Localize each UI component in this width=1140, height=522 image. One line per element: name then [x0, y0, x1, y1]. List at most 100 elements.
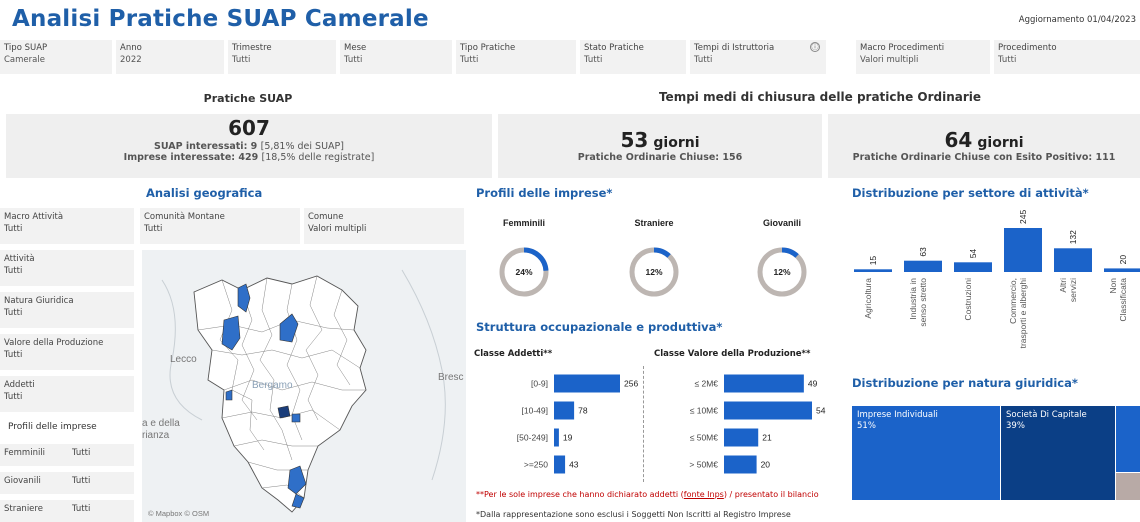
filter-macro-procedimenti[interactable]: Macro Procedimenti Valori multipli	[856, 40, 990, 74]
settore-chart: 15 Agricoltura 63 Industria in senso stretto…	[850, 204, 1140, 356]
fonte-inps-link[interactable]: fonte Inps	[684, 490, 724, 499]
tempi-kpi-card-chiuse: 53 giorni Pratiche Ordinarie Chiuse: 156	[498, 114, 822, 178]
bar	[854, 269, 892, 272]
bar-value-label: 132	[1068, 230, 1078, 244]
pratiche-heading: Pratiche SUAP	[203, 92, 293, 105]
filter-natura-giuridica[interactable]: Natura Giuridica Tutti	[0, 292, 134, 328]
settore-heading: Distribuzione per settore di attività*	[852, 186, 1089, 200]
bar-category-label: [10-49]	[522, 406, 548, 416]
bar-category-label: Costruzioni	[963, 278, 973, 321]
bar	[724, 401, 812, 420]
hbar-svg: [0-9] 256 [10-49] 78 [50-249] 19 >=250 43	[517, 374, 638, 474]
bar-value-label: 54	[816, 406, 826, 416]
tempi-positivo-sub: Pratiche Ordinarie Chiuse con Esito Posi…	[852, 152, 1116, 163]
donut-label: Femminili	[503, 218, 545, 228]
treemap-societa-capitale[interactable]: Società Di Capitale 39%	[1001, 406, 1115, 500]
bar-category-label: ≤ 2M€	[694, 379, 718, 389]
filter-femminili[interactable]: Femminili Tutti	[0, 444, 134, 466]
bar	[554, 428, 559, 447]
tempi-positivo-value: 64	[944, 128, 973, 152]
bar-category-label: [0-9]	[531, 379, 548, 389]
geo-heading: Analisi geografica	[146, 186, 263, 200]
valore-chart: ≤ 2M€ 49 ≤ 10M€ 54 ≤ 50M€ 21 > 50M€ 20	[652, 370, 832, 478]
suap-interessati: SUAP interessati: 9 [5,81% dei SUAP]	[154, 141, 344, 152]
info-icon[interactable]: ⓘ	[810, 42, 820, 52]
pratiche-kpi-card: 607 SUAP interessati: 9 [5,81% dei SUAP]…	[6, 114, 492, 178]
filter-trimestre[interactable]: Trimestre Tutti	[228, 40, 336, 74]
natura-treemap: Imprese Individuali 51% Società Di Capita…	[852, 406, 1140, 500]
bar-category-label: > 50M€	[689, 460, 718, 470]
map-label-brianza: rianza	[142, 430, 170, 441]
map-label-lecco: Lecco	[170, 354, 197, 365]
tempi-chiuse-value: 53	[620, 128, 649, 152]
filter-addetti[interactable]: Addetti Tutti	[0, 376, 134, 412]
filter-macro-attivita[interactable]: Macro Attività Tutti	[0, 208, 134, 244]
bar	[1054, 248, 1092, 272]
bar-category-label: Commercio,	[1008, 278, 1018, 324]
treemap-altro[interactable]	[1116, 406, 1140, 472]
profili-filter-heading: Profili delle imprese	[8, 422, 97, 432]
donut-percent: 12%	[645, 267, 662, 277]
hbar-svg: ≤ 2M€ 49 ≤ 10M€ 54 ≤ 50M€ 21 > 50M€ 20	[689, 374, 826, 474]
treemap-altro-grey[interactable]	[1116, 473, 1140, 500]
bar	[554, 401, 575, 420]
bar-value-label: 19	[563, 433, 573, 443]
filter-comunita-montane[interactable]: Comunità Montane Tutti	[140, 208, 300, 244]
tempi-chiuse-sub: Pratiche Ordinarie Chiuse: 156	[577, 152, 743, 163]
addetti-heading: Classe Addetti**	[474, 349, 553, 359]
filter-valore-produzione[interactable]: Valore della Produzione Tutti	[0, 334, 134, 370]
bar-category-label: [50-249]	[517, 433, 548, 443]
bar-category-label: ≤ 10M€	[690, 406, 719, 416]
map-canvas[interactable]: Lecco Bergamo Bresc a e della rianza © M…	[142, 250, 466, 522]
geo-map[interactable]: Lecco Bergamo Bresc a e della rianza © M…	[142, 250, 466, 522]
tempi-heading: Tempi medi di chiusura delle pratiche Or…	[658, 90, 982, 104]
treemap-imprese-individuali[interactable]: Imprese Individuali 51%	[852, 406, 1000, 500]
note-esclusi: *Dalla rappresentazione sono esclusi i S…	[476, 510, 791, 519]
filter-stato-pratiche[interactable]: Stato Pratiche Tutti	[580, 40, 686, 74]
map-label-valle: a e della	[142, 418, 180, 429]
filter-tempi-istruttoria[interactable]: Tempi di Istruttoria Tutti ⓘ	[690, 40, 826, 74]
settore-svg: 15 Agricoltura 63 Industria in senso stretto…	[854, 210, 1140, 348]
bar-value-label: 20	[1118, 255, 1128, 265]
donut-percent: 24%	[515, 267, 532, 277]
bar-category-label: servizi	[1068, 278, 1078, 302]
filter-mese[interactable]: Mese Tutti	[340, 40, 452, 74]
top-filter-bar: Tipo SUAP Camerale Anno 2022 Trimestre Tutt…	[0, 40, 1140, 76]
tempi-kpi-card-positivo: 64 giorni Pratiche Ordinarie Chiuse con …	[828, 114, 1140, 178]
filter-tipo-pratiche[interactable]: Tipo Pratiche Tutti	[456, 40, 576, 74]
bar	[954, 262, 992, 272]
filter-tipo-suap[interactable]: Tipo SUAP Camerale	[0, 40, 112, 74]
bar	[724, 374, 804, 393]
donut-label: Straniere	[634, 218, 673, 228]
struttura-heading: Struttura occupazionale e produttiva*	[476, 320, 723, 334]
bar-category-label: Non	[1108, 278, 1118, 294]
donut-percent: 12%	[773, 267, 790, 277]
filter-comune[interactable]: Comune Valori multipli	[304, 208, 464, 244]
filter-giovanili[interactable]: Giovanili Tutti	[0, 472, 134, 494]
filter-procedimento[interactable]: Procedimento Tutti	[994, 40, 1140, 74]
bar-value-label: 54	[968, 249, 978, 259]
profili-donuts: Femminili 24% Straniere 12% Giovanili 12%	[470, 212, 840, 312]
donut-svg: Femminili 24% Straniere 12% Giovanili 12%	[499, 218, 807, 297]
bar-value-label: 245	[1018, 210, 1028, 224]
bar	[554, 374, 620, 393]
bar-category-label: Classificata	[1118, 278, 1128, 322]
bar	[904, 260, 942, 272]
profili-heading: Profili delle imprese*	[476, 186, 613, 200]
page-title: Analisi Pratiche SUAP Camerale	[12, 6, 429, 32]
bar-value-label: 49	[808, 379, 818, 389]
note-addetti: **Per le sole imprese che hanno dichiara…	[476, 490, 819, 499]
map-label-bergamo: Bergamo	[252, 380, 293, 391]
map-label-brescia: Bresc	[438, 372, 464, 383]
bar-value-label: 20	[761, 460, 771, 470]
bar-value-label: 21	[762, 433, 772, 443]
filter-anno[interactable]: Anno 2022	[116, 40, 224, 74]
bar-category-label: ≤ 50M€	[690, 433, 719, 443]
map-credit: © Mapbox © OSM	[148, 509, 209, 518]
update-date: Aggiornamento 01/04/2023	[1018, 15, 1136, 25]
bar-category-label: Agricoltura	[863, 278, 873, 319]
filter-straniere[interactable]: Straniere Tutti	[0, 500, 134, 522]
filter-attivita[interactable]: Attività Tutti	[0, 250, 134, 286]
natura-heading: Distribuzione per natura giuridica*	[852, 376, 1078, 390]
bar	[724, 428, 759, 447]
